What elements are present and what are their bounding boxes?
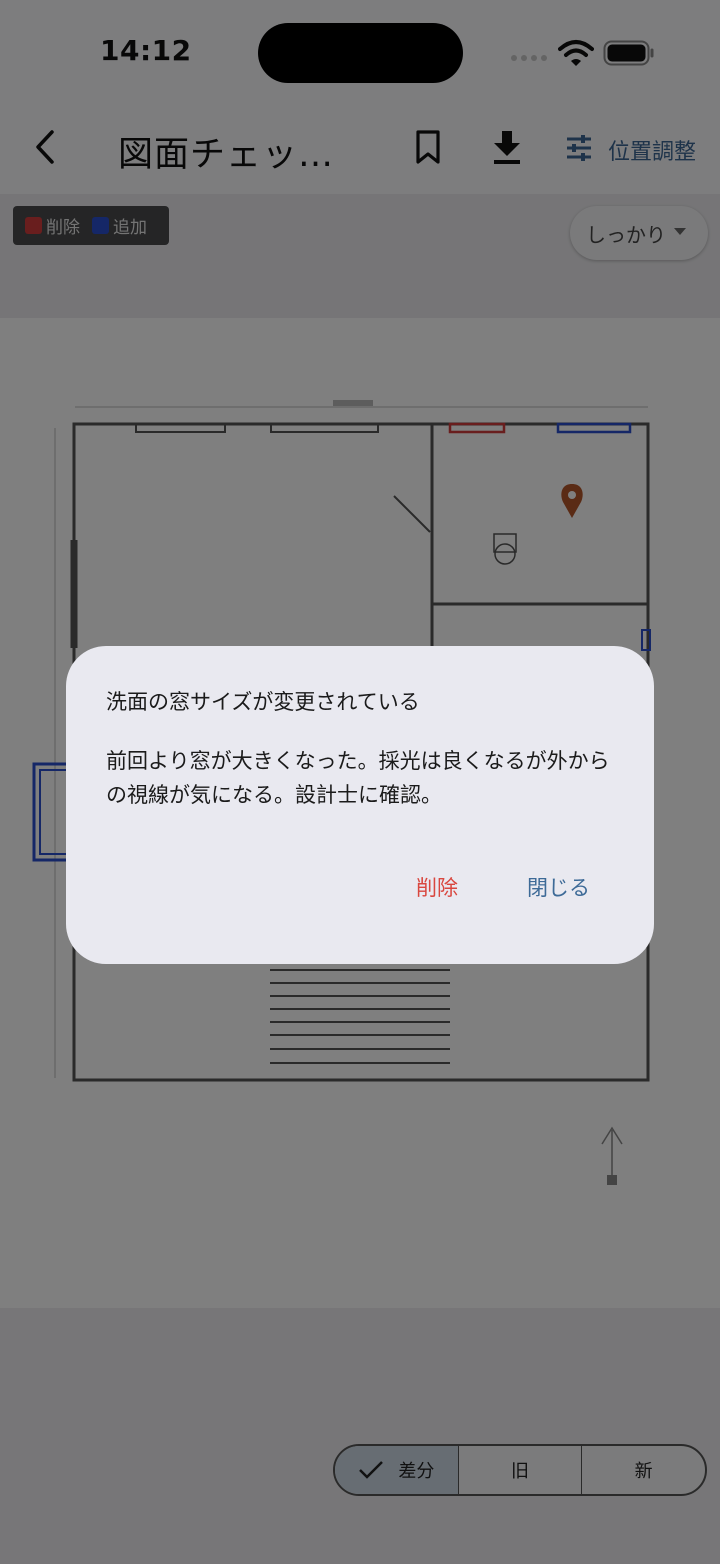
- delete-button[interactable]: 削除: [416, 872, 458, 902]
- dialog-body: 前回より窓が大きくなった。採光は良くなるが外からの視線が気になる。設計士に確認。: [106, 749, 610, 807]
- comment-dialog: 洗面の窓サイズが変更されている 前回より窓が大きくなった。採光は良くなるが外から…: [66, 646, 654, 964]
- dialog-title: 洗面の窓サイズが変更されている: [106, 690, 420, 714]
- close-button[interactable]: 閉じる: [527, 872, 590, 902]
